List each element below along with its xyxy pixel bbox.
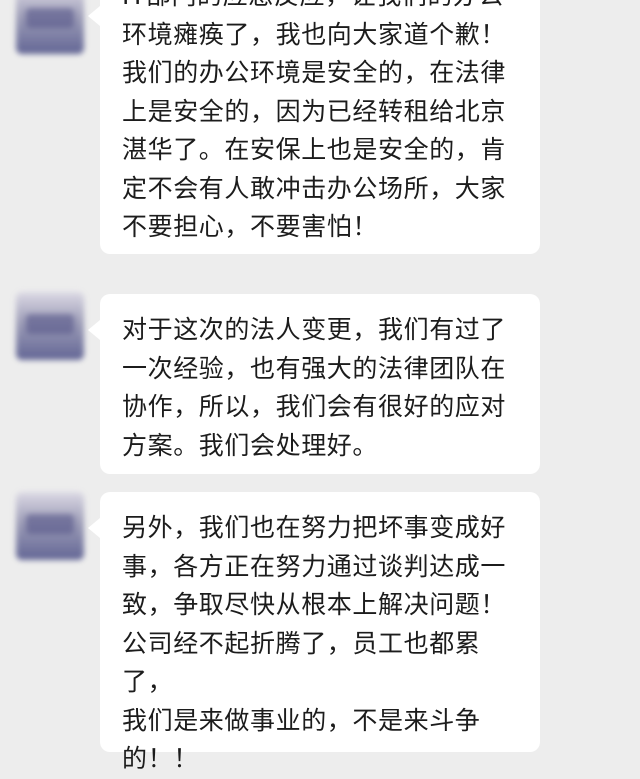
message-text: 对于这次的法人变更，我们有过了 一次经验，也有强大的法律团队在 协作，所以，我们… (122, 315, 507, 460)
message-text: IT部门的应急反应，让我们的办公 环境瘫痪了，我也向大家道个歉！ 我们的办公环境… (122, 0, 507, 241)
message-bubble[interactable]: IT部门的应急反应，让我们的办公 环境瘫痪了，我也向大家道个歉！ 我们的办公环境… (88, 0, 540, 254)
message-bubble[interactable]: 对于这次的法人变更，我们有过了 一次经验，也有强大的法律团队在 协作，所以，我们… (88, 294, 540, 474)
message-text: 另外，我们也在努力把坏事变成好 事，各方正在努力通过谈判达成一 致，争取尽快从根… (122, 513, 507, 773)
message-bubble[interactable]: 另外，我们也在努力把坏事变成好 事，各方正在努力通过谈判达成一 致，争取尽快从根… (88, 492, 540, 773)
avatar[interactable] (16, 0, 84, 54)
chat-message-list: IT部门的应急反应，让我们的办公 环境瘫痪了，我也向大家道个歉！ 我们的办公环境… (0, 0, 640, 773)
avatar[interactable] (16, 292, 84, 360)
avatar[interactable] (16, 492, 84, 560)
